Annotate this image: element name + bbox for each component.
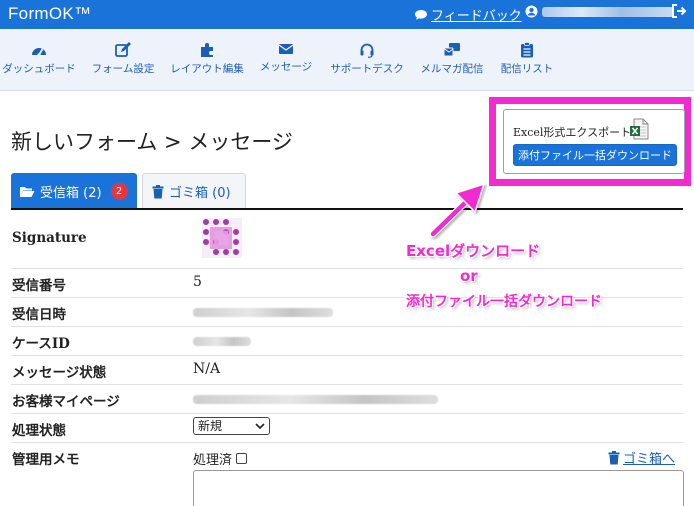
clipboard-list-icon (521, 42, 533, 58)
excel-export-label[interactable]: Excel形式エクスポート (513, 124, 631, 140)
nav-label: メルマガ配信 (420, 63, 484, 75)
logout-icon[interactable] (671, 4, 687, 18)
nav-label: メッセージ (259, 61, 313, 73)
comment-icon (415, 9, 427, 20)
user-icon (525, 5, 538, 18)
feedback-link[interactable]: フィードバック (414, 5, 522, 24)
tabs-divider (11, 208, 683, 210)
receipt-number-value: 5 (193, 274, 202, 290)
process-status-select[interactable]: 新規 (193, 417, 270, 435)
received-at-label: 受信日時 (12, 307, 66, 323)
case-id-label: ケースID (12, 336, 70, 352)
nav-label: レイアウト編集 (170, 63, 244, 75)
receipt-number-label: 受信番号 (12, 278, 66, 294)
process-status-label: 処理状態 (12, 423, 66, 439)
nav-item-newsletter[interactable]: メルマガ配信 (416, 42, 488, 76)
nav-item-support-desk[interactable]: サポートデスク (327, 42, 407, 76)
admin-memo-label: 管理用メモ (12, 452, 80, 468)
chevron-down-icon (255, 423, 265, 430)
customer-page-link-redacted[interactable] (193, 395, 438, 404)
dashboard-icon (32, 48, 46, 57)
process-status-selected: 新規 (198, 419, 223, 433)
tab-trash[interactable]: ゴミ箱 (0) (142, 173, 246, 209)
top-bar: FormOK™ フィードバック (0, 0, 694, 29)
processed-toggle[interactable]: 処理済 (193, 449, 248, 468)
message-status-label: メッセージ状態 (12, 365, 107, 381)
nav-item-messages[interactable]: メッセージ (255, 42, 317, 74)
inbox-count-badge: 2 (110, 182, 128, 200)
user-name-redacted (542, 6, 674, 17)
row-divider (11, 384, 683, 385)
nav-item-layout-edit[interactable]: レイアウト編集 (168, 42, 246, 76)
tab-trash-label: ゴミ箱 (0) (169, 186, 231, 201)
annotation-or: or (460, 267, 478, 285)
case-id-redacted (193, 337, 251, 346)
nav-label: ダッシュボード (2, 63, 76, 75)
customer-page-label: お客様マイページ (12, 394, 120, 410)
bulk-attachment-download-button[interactable]: 添付ファイル一括ダウンロード (513, 144, 677, 166)
signature-image (202, 218, 242, 258)
move-to-trash-link[interactable]: ゴミ箱へ (608, 448, 675, 467)
puzzle-icon (201, 43, 213, 57)
export-panel: Excel形式エクスポート 添付ファイル一括ダウンロード (503, 109, 685, 174)
admin-memo-textarea[interactable] (193, 470, 684, 506)
brand-logo[interactable]: FormOK™ (8, 4, 91, 24)
trash-icon (608, 450, 620, 464)
nav-item-form-settings[interactable]: フォーム設定 (87, 42, 159, 76)
tab-inbox-label: 受信箱 (2) (40, 185, 102, 201)
row-divider (11, 355, 683, 356)
user-menu[interactable] (525, 5, 674, 18)
processed-checkbox[interactable] (236, 453, 248, 464)
excel-file-icon[interactable] (629, 118, 651, 140)
nav-item-dashboard[interactable]: ダッシュボード (0, 42, 78, 76)
feedback-label: フィードバック (431, 9, 522, 24)
envelope-icon (278, 44, 294, 54)
tab-inbox[interactable]: 受信箱 (2) 2 (11, 173, 137, 209)
edit-icon (115, 42, 131, 57)
move-to-trash-label: ゴミ箱へ (623, 452, 676, 467)
received-at-redacted (193, 308, 333, 317)
annotation-excel-download: Excelダウンロード (406, 242, 541, 260)
nav-label: 配信リスト (500, 63, 554, 75)
annotation-bulk-download: 添付ファイル一括ダウンロード (406, 294, 602, 310)
processed-label: 処理済 (193, 453, 233, 468)
page-title: 新しいフォーム > メッセージ (11, 130, 293, 154)
row-divider (11, 413, 683, 414)
mail-bulk-icon (443, 43, 460, 57)
message-status-value: N/A (193, 361, 221, 377)
row-divider (11, 268, 683, 269)
headset-icon (360, 43, 374, 58)
trash-icon (152, 184, 164, 198)
row-divider (11, 442, 683, 443)
nav-label: フォーム設定 (91, 63, 155, 75)
nav-label: サポートデスク (330, 63, 404, 75)
main-nav: ダッシュボード フォーム設定 レイアウト編集 メッセージ サポートデスク メルマ… (0, 29, 694, 91)
row-divider (11, 326, 683, 327)
signature-label: Signature (12, 230, 87, 246)
nav-item-delivery-list[interactable]: 配信リスト (497, 42, 557, 76)
folder-open-icon (20, 186, 35, 197)
